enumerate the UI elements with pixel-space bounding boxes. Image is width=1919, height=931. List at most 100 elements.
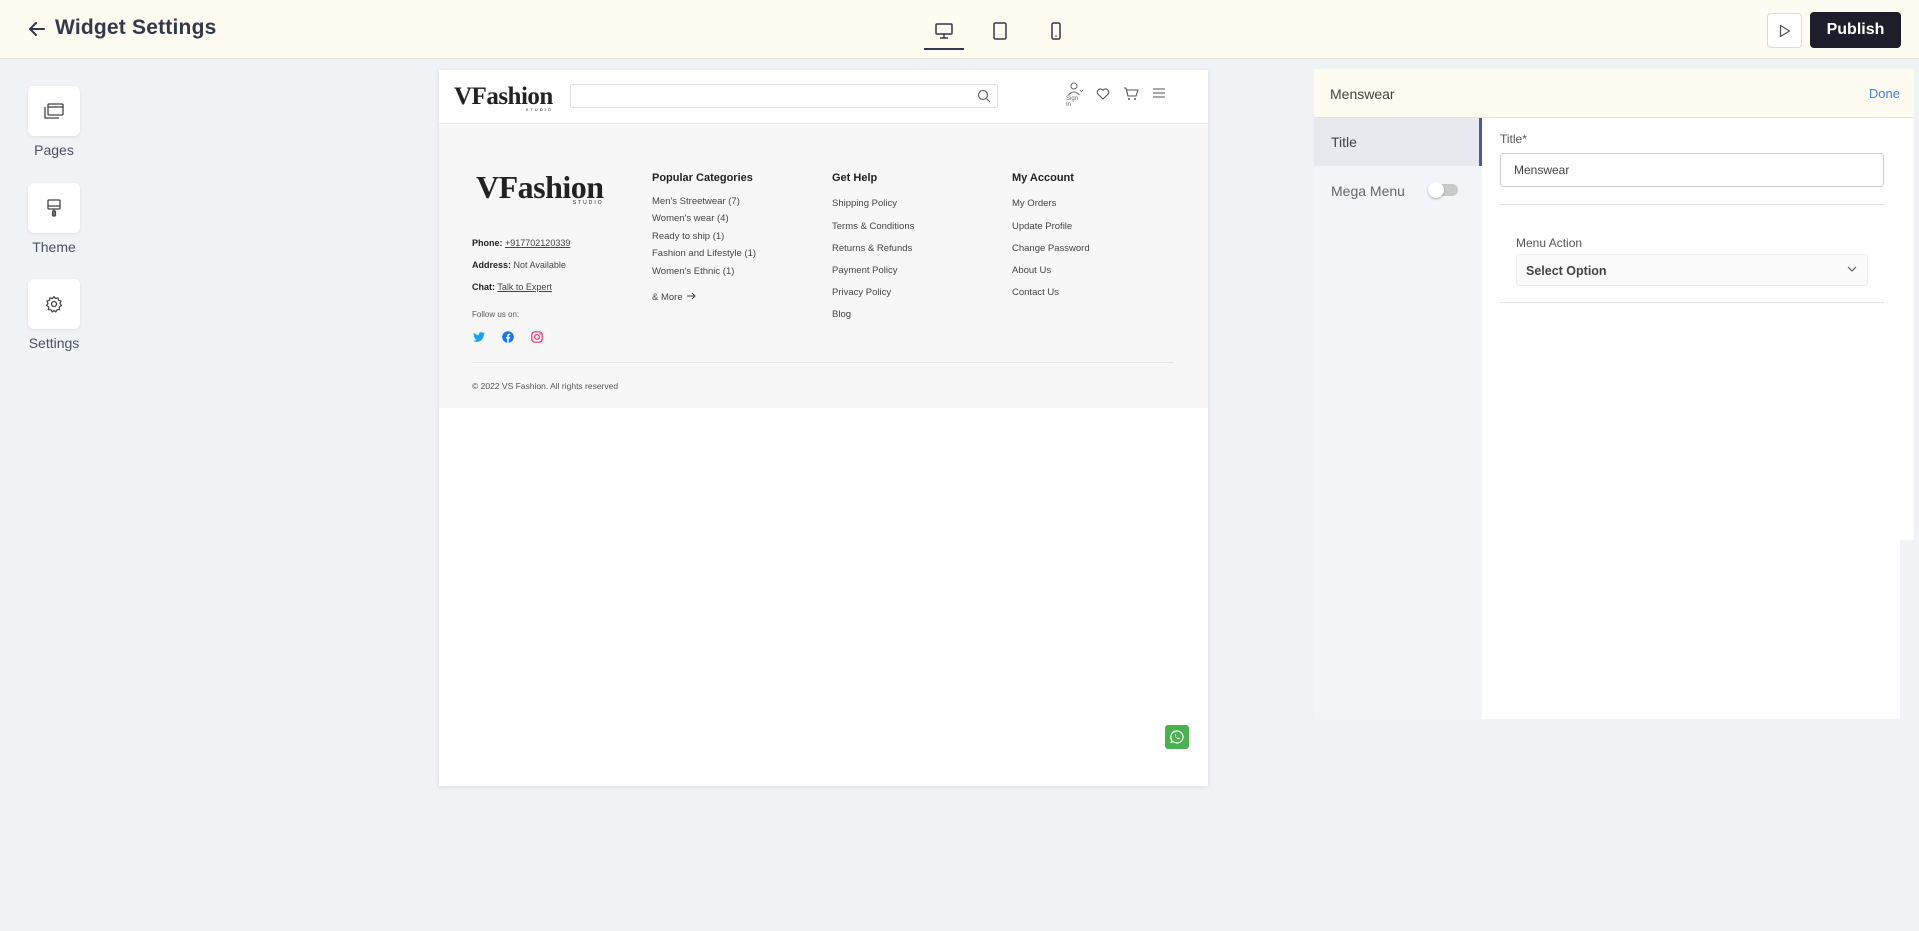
desktop-view-button[interactable] <box>916 14 972 50</box>
title-input[interactable] <box>1500 153 1884 187</box>
footer-link[interactable]: Blog <box>832 309 851 320</box>
page-title: Widget Settings <box>55 16 217 39</box>
sidebar-item-settings[interactable]: Settings <box>22 279 86 351</box>
device-toggle <box>916 14 1084 50</box>
contact-phone: Phone: +917702120339 <box>472 238 570 248</box>
sidebar-item-box <box>28 183 80 233</box>
site-search-input[interactable] <box>570 84 998 108</box>
contact-address: Address: Not Available <box>472 260 566 270</box>
footer-link[interactable]: Fashion and Lifestyle (1) <box>652 248 756 259</box>
mega-menu-toggle[interactable] <box>1428 182 1458 198</box>
address-label: Address: <box>472 260 512 270</box>
whatsapp-button[interactable] <box>1165 725 1189 749</box>
gear-icon <box>45 295 63 313</box>
mobile-view-button[interactable] <box>1028 14 1084 48</box>
footer-logo[interactable]: VFashion STUDIO <box>476 169 604 206</box>
publish-button[interactable]: Publish <box>1810 12 1901 48</box>
sidebar-item-box <box>28 86 80 136</box>
chat-label: Chat: <box>472 282 495 292</box>
panel-header: Menswear Done <box>1314 69 1914 118</box>
mega-menu-label: Mega Menu <box>1331 183 1405 199</box>
footer-link[interactable]: Payment Policy <box>832 265 897 276</box>
footer-divider <box>472 362 1174 363</box>
copyright-text: © 2022 VS Fashion. All rights reserved <box>472 381 619 391</box>
done-button[interactable]: Done <box>1869 86 1900 101</box>
twitter-icon <box>473 332 485 342</box>
menu-action-select[interactable]: Select Option <box>1516 254 1868 286</box>
footer-col-title-categories: Popular Categories <box>652 172 753 184</box>
phone-label: Phone: <box>472 238 503 248</box>
panel-nav: Title Mega Menu <box>1314 118 1482 719</box>
sidebar-item-label: Pages <box>34 142 74 158</box>
search-icon[interactable] <box>977 89 991 103</box>
address-value: Not Available <box>513 260 566 270</box>
panel-title: Menswear <box>1330 86 1395 102</box>
site-logo[interactable]: VFashion STUDIO <box>454 83 553 112</box>
footer-link[interactable]: Women's Ethnic (1) <box>652 266 734 277</box>
desktop-icon <box>935 23 953 39</box>
site-header-icons: Sign In <box>1066 82 1168 108</box>
footer-link[interactable]: Shipping Policy <box>832 198 897 209</box>
site-footer: VFashion STUDIO Phone: +917702120339 Add… <box>439 125 1208 408</box>
footer-link[interactable]: Returns & Refunds <box>832 243 912 254</box>
wishlist-button[interactable] <box>1094 82 1112 108</box>
footer-link[interactable]: Change Password <box>1012 243 1090 254</box>
facebook-link[interactable] <box>501 330 515 344</box>
cart-icon <box>1124 87 1139 100</box>
panel-tab-label: Title <box>1331 134 1357 150</box>
back-button[interactable] <box>26 18 48 40</box>
chevron-down-icon <box>1847 266 1857 272</box>
instagram-icon <box>531 331 543 343</box>
preview-button[interactable] <box>1767 13 1802 48</box>
title-field-label: Title* <box>1500 132 1527 146</box>
footer-col-title-account: My Account <box>1012 172 1074 184</box>
instagram-link[interactable] <box>530 330 544 344</box>
footer-link[interactable]: Men's Streetwear (7) <box>652 196 740 207</box>
footer-link[interactable]: Terms & Conditions <box>832 221 914 232</box>
panel-body: Title* Menu Action Select Option <box>1482 118 1900 719</box>
sidebar-item-label: Theme <box>32 239 76 255</box>
panel-shadow-strip <box>1900 118 1914 540</box>
sidebar-item-theme[interactable]: Theme <box>22 183 86 255</box>
logo-text: VFashion <box>454 83 553 110</box>
sign-in-button[interactable]: Sign In <box>1066 82 1084 108</box>
menu-action-value: Select Option <box>1526 264 1607 278</box>
divider <box>1500 302 1884 303</box>
footer-link[interactable]: Women's wear (4) <box>652 213 729 224</box>
whatsapp-icon <box>1170 730 1184 744</box>
contact-chat: Chat: Talk to Expert <box>472 282 552 292</box>
cart-button[interactable] <box>1122 82 1140 108</box>
footer-link[interactable]: Contact Us <box>1012 287 1059 298</box>
twitter-link[interactable] <box>472 330 486 344</box>
footer-link[interactable]: Privacy Policy <box>832 287 891 298</box>
user-icon <box>1068 82 1083 96</box>
more-categories-link[interactable]: & More <box>652 292 696 303</box>
sidebar-item-label: Settings <box>28 335 80 351</box>
footer-link[interactable]: My Orders <box>1012 198 1056 209</box>
site-preview: VFashion STUDIO Sign In VFashion STUDIO … <box>439 70 1208 786</box>
follow-label: Follow us on: <box>472 310 520 319</box>
footer-link[interactable]: Ready to ship (1) <box>652 231 724 242</box>
mobile-icon <box>1051 22 1061 40</box>
top-bar: Widget Settings Publish <box>0 0 1919 59</box>
panel-tab-title[interactable]: Title <box>1314 118 1482 166</box>
menu-settings-panel: Menswear Done Title Mega Menu Title* Men… <box>1314 69 1914 719</box>
theme-icon <box>47 199 61 217</box>
tablet-view-button[interactable] <box>972 14 1028 48</box>
chat-link[interactable]: Talk to Expert <box>497 282 552 292</box>
footer-col-title-help: Get Help <box>832 172 878 184</box>
site-header: VFashion STUDIO Sign In <box>439 70 1208 124</box>
play-icon <box>1779 24 1790 37</box>
more-label: & More <box>652 292 683 303</box>
facebook-icon <box>502 331 514 343</box>
menu-action-label: Menu Action <box>1516 236 1583 250</box>
menu-button[interactable] <box>1150 82 1168 108</box>
tablet-icon <box>993 22 1007 40</box>
footer-link[interactable]: Update Profile <box>1012 221 1072 232</box>
sidebar-item-pages[interactable]: Pages <box>22 86 86 158</box>
heart-icon <box>1096 88 1110 100</box>
footer-link[interactable]: About Us <box>1012 265 1051 276</box>
arrow-left-icon <box>29 22 45 36</box>
phone-link[interactable]: +917702120339 <box>505 238 570 248</box>
arrow-right-icon <box>687 292 696 300</box>
